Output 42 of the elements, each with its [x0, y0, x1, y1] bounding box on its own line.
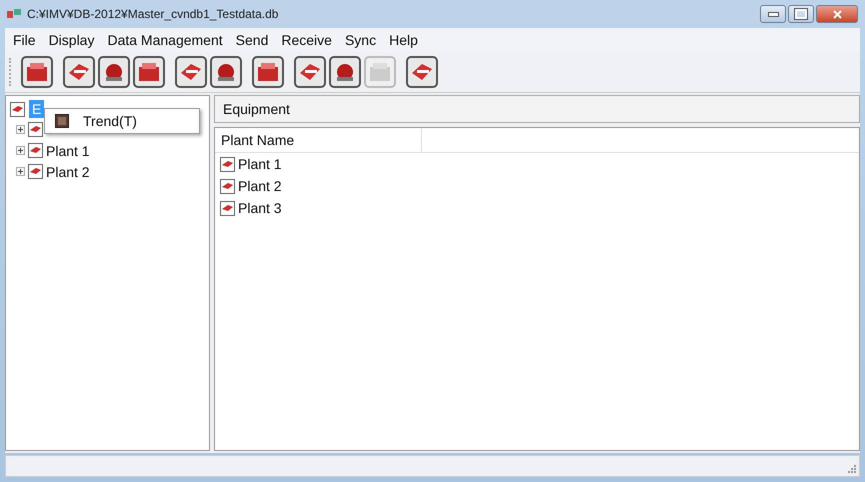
toolbar-button[interactable] [210, 56, 242, 88]
panel-header: Equipment [214, 95, 860, 123]
toolbar-button[interactable] [294, 56, 326, 88]
menu-item[interactable]: Receive [281, 32, 332, 48]
expand-icon[interactable] [16, 146, 25, 155]
toolbar-button[interactable] [406, 56, 438, 88]
trend-icon [55, 114, 69, 128]
list-item[interactable]: Plant 3 [238, 200, 282, 216]
window-title: C:¥IMV¥DB-2012¥Master_cvndb1_Testdata.db [27, 7, 278, 21]
app-icon [7, 9, 21, 19]
toolbar-button[interactable] [329, 56, 361, 88]
menu-item[interactable]: Sync [344, 32, 376, 48]
plant-icon [220, 178, 235, 194]
minimize-button[interactable] [760, 5, 786, 23]
tree-item[interactable]: Plant 1 [46, 142, 90, 158]
close-icon [832, 10, 842, 18]
toolbar-button[interactable] [175, 56, 207, 88]
menu-item[interactable]: Send [236, 32, 268, 48]
plant-icon [220, 156, 235, 172]
close-button[interactable] [816, 5, 858, 23]
toolbar-button[interactable] [63, 56, 95, 88]
plant-icon [28, 164, 43, 179]
toolbar-button[interactable] [252, 56, 284, 88]
equipment-icon [10, 102, 25, 116]
plant-icon [28, 143, 43, 158]
menu-item[interactable]: Data Management [107, 32, 223, 48]
plant-icon [220, 200, 235, 216]
menu-item[interactable]: Trend(T) [47, 111, 197, 131]
tree-item[interactable]: Plant 2 [46, 164, 90, 180]
menu-item[interactable]: Help [389, 32, 418, 48]
list-item[interactable]: Plant 2 [238, 178, 282, 194]
column-header[interactable]: Plant Name [215, 128, 422, 152]
menu-item[interactable]: File [13, 32, 36, 48]
expand-icon[interactable] [16, 125, 25, 134]
maximize-button[interactable] [788, 5, 814, 23]
resize-grip-icon [848, 465, 856, 473]
list-item[interactable]: Plant 1 [238, 156, 282, 172]
menu-item[interactable]: Display [48, 32, 94, 48]
toolbar-button[interactable] [21, 56, 53, 88]
expand-icon[interactable] [16, 167, 25, 176]
toolbar-button[interactable] [98, 56, 130, 88]
toolbar-button[interactable] [133, 56, 165, 88]
